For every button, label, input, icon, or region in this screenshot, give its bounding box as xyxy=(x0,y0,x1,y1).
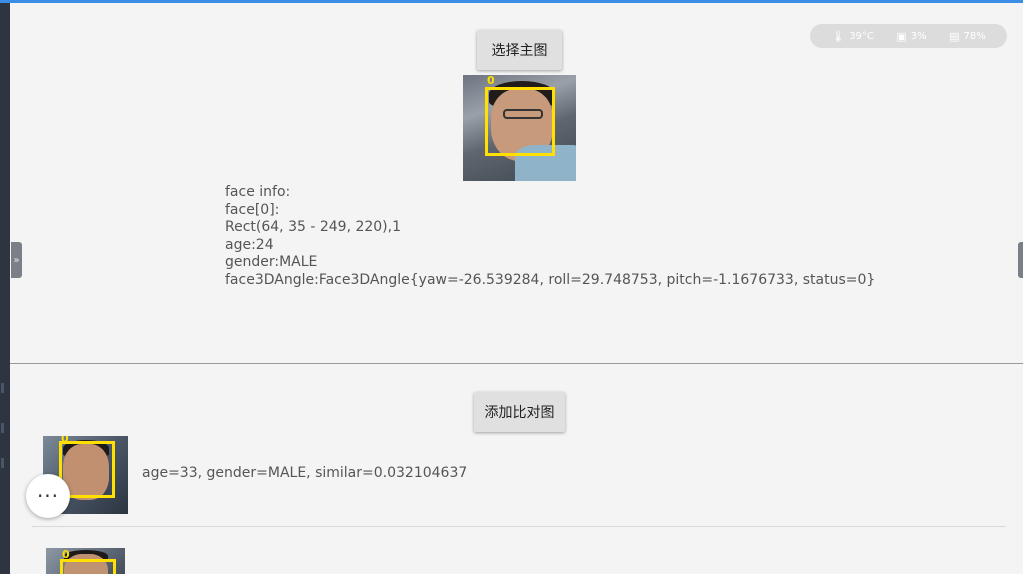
info-line: gender:MALE xyxy=(225,254,318,270)
edge-tick xyxy=(1,383,4,393)
face-index-label: 0 xyxy=(61,436,69,445)
app-window: 🌡 39°C ▣ 3% ▤ 78% 选择主图 0 face info: face[… xyxy=(10,3,1023,574)
more-options-button[interactable]: ··· xyxy=(26,474,70,518)
compare-result-text: age=33, gender=MALE, similar=0.032104637 xyxy=(142,465,468,481)
info-line: face3DAngle:Face3DAngle{yaw=-26.539284, … xyxy=(225,271,876,288)
more-dots-icon: ··· xyxy=(36,484,60,508)
face-index-label: 0 xyxy=(62,548,70,561)
temperature-status: 🌡 39°C xyxy=(831,30,874,43)
face-detection-box xyxy=(485,87,555,156)
select-main-image-button[interactable]: 选择主图 xyxy=(477,30,562,70)
info-line: face[0]: xyxy=(225,201,280,218)
thermometer-icon: 🌡 xyxy=(831,29,846,43)
info-line: face info: xyxy=(225,184,291,200)
temperature-value: 39°C xyxy=(849,30,874,42)
list-divider xyxy=(32,526,1006,527)
info-line: age:24 xyxy=(225,236,274,253)
face-info-text: face info: face[0]: Rect(64, 35 - 249, 220… xyxy=(225,184,875,289)
left-drawer-handle[interactable]: » xyxy=(11,242,22,278)
section-divider xyxy=(10,363,1023,364)
face-detection-box xyxy=(60,559,116,574)
edge-tick xyxy=(1,458,4,468)
main-face-image: 0 xyxy=(463,75,576,181)
face-index-label: 0 xyxy=(487,75,495,87)
add-compare-image-button[interactable]: 添加比对图 xyxy=(474,392,565,432)
right-drawer-handle[interactable] xyxy=(1018,242,1023,278)
cpu-value: 3% xyxy=(910,30,927,42)
memory-status: ▤ 78% xyxy=(949,30,986,43)
info-line: Rect(64, 35 - 249, 220),1 xyxy=(225,219,402,235)
chevron-right-icon: » xyxy=(13,254,20,266)
cpu-status: ▣ 3% xyxy=(896,30,926,43)
memory-value: 78% xyxy=(963,30,986,42)
edge-tick xyxy=(1,423,4,433)
cpu-icon: ▣ xyxy=(896,29,907,43)
memory-icon: ▤ xyxy=(949,29,960,43)
compare-face-image: 0 xyxy=(46,548,125,574)
host-left-edge xyxy=(0,3,10,574)
system-status-pill: 🌡 39°C ▣ 3% ▤ 78% xyxy=(810,24,1007,48)
